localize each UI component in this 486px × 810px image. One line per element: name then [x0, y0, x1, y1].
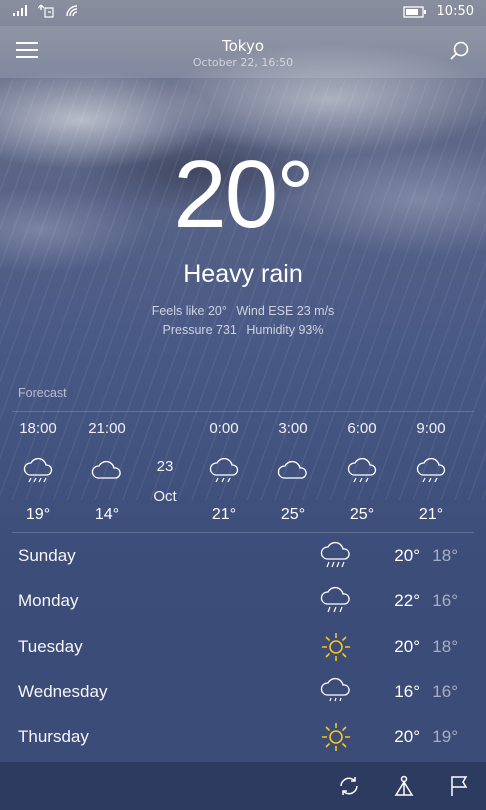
- signal-icon: [13, 5, 27, 16]
- day-name: Thursday: [18, 727, 89, 747]
- day-high: 20°: [394, 727, 420, 747]
- day-high: 22°: [394, 591, 420, 611]
- cloud-rain-icon: [320, 677, 350, 702]
- hour-time: 21:00: [88, 420, 126, 437]
- current-details: Feels like 20° Wind ESE 23 m/s Pressure …: [0, 302, 486, 340]
- daily-forecast: Sunday 20° 18° Monday 22° 16° Tuesday 20…: [0, 534, 486, 760]
- city-name: Tokyo: [222, 37, 264, 55]
- refresh-icon[interactable]: [337, 774, 361, 798]
- day-high: 16°: [394, 681, 420, 701]
- date-month: Oct: [153, 488, 177, 505]
- current-temperature: 20°: [173, 141, 314, 248]
- status-time: 10:50: [436, 4, 474, 19]
- day-low: 19°: [432, 727, 458, 747]
- day-name: Sunday: [18, 546, 76, 565]
- hour-time: 18:00: [19, 420, 57, 437]
- current-condition: Heavy rain: [183, 260, 303, 288]
- sun-icon: [322, 632, 350, 661]
- day-row[interactable]: Tuesday 20° 18°: [0, 625, 486, 670]
- divider: [12, 532, 474, 533]
- app-header: Tokyo October 22, 16:50: [0, 26, 486, 78]
- date-separator: 23 Oct: [135, 452, 195, 512]
- day-low: 16°: [432, 591, 458, 611]
- humidity: Humidity 93%: [246, 323, 324, 337]
- cloud-icon: [277, 460, 307, 479]
- rain-icon: [23, 458, 53, 483]
- update-datetime: October 22, 16:50: [192, 56, 294, 69]
- search-icon[interactable]: [448, 40, 470, 62]
- hour-temp: 25°: [280, 506, 306, 523]
- status-bar: 10:50: [0, 0, 486, 26]
- battery-icon: [402, 5, 426, 18]
- hour-temp: 14°: [94, 506, 120, 523]
- hourly-forecast[interactable]: 18:00 19° 21:00 14° 0:00 21° 3:00 25° 6:…: [0, 420, 486, 530]
- rain-icon: [347, 458, 377, 483]
- hour-temp: 25°: [349, 506, 375, 523]
- day-low: 18°: [432, 636, 458, 656]
- day-high: 20°: [394, 546, 420, 565]
- hour-item: 21:00 14°: [77, 420, 137, 524]
- rain-icon: [416, 458, 446, 483]
- wind: Wind ESE 23 m/s: [236, 304, 335, 318]
- day-name: Wednesday: [18, 681, 108, 701]
- hour-temp: 19°: [25, 506, 51, 523]
- divider: [12, 411, 474, 412]
- hour-time: 0:00: [209, 420, 239, 437]
- hour-temp: 21°: [418, 506, 444, 523]
- location-icon[interactable]: [392, 774, 416, 798]
- hour-item: 3:00 25°: [263, 420, 323, 524]
- rain-icon: [320, 541, 350, 568]
- hour-item: 0:00 21°: [194, 420, 254, 524]
- hour-time: 3:00: [278, 420, 308, 437]
- cloud-icon: [91, 460, 121, 479]
- day-row[interactable]: Sunday 20° 18°: [0, 534, 486, 579]
- pressure: Pressure 731: [162, 323, 237, 337]
- day-low: 18°: [432, 546, 458, 565]
- day-name: Monday: [18, 591, 79, 611]
- rain-icon: [209, 458, 239, 483]
- day-row[interactable]: Monday 22° 16°: [0, 579, 486, 624]
- day-row[interactable]: Wednesday 16° 16°: [0, 670, 486, 715]
- hour-item: 6:00 25°: [332, 420, 392, 524]
- hour-time: 9:00: [416, 420, 446, 437]
- sun-icon: [322, 723, 350, 752]
- rain-icon: [320, 587, 350, 613]
- date-day: 23: [156, 458, 174, 475]
- hour-item: 9:00 21°: [401, 420, 461, 524]
- flag-icon[interactable]: [447, 774, 471, 798]
- day-low: 16°: [432, 681, 458, 701]
- hour-time: 6:00: [347, 420, 377, 437]
- forecast-label: Forecast: [18, 386, 67, 400]
- feels-like: Feels like 20°: [151, 304, 227, 318]
- hour-item: 18:00 19°: [8, 420, 68, 524]
- day-high: 20°: [394, 636, 420, 656]
- notification-icon: [38, 4, 54, 18]
- hour-temp: 21°: [211, 506, 237, 523]
- app-bar: [0, 762, 486, 810]
- day-row[interactable]: Thursday 20° 19°: [0, 715, 486, 760]
- day-name: Tuesday: [18, 636, 83, 656]
- wifi-icon: [66, 5, 78, 17]
